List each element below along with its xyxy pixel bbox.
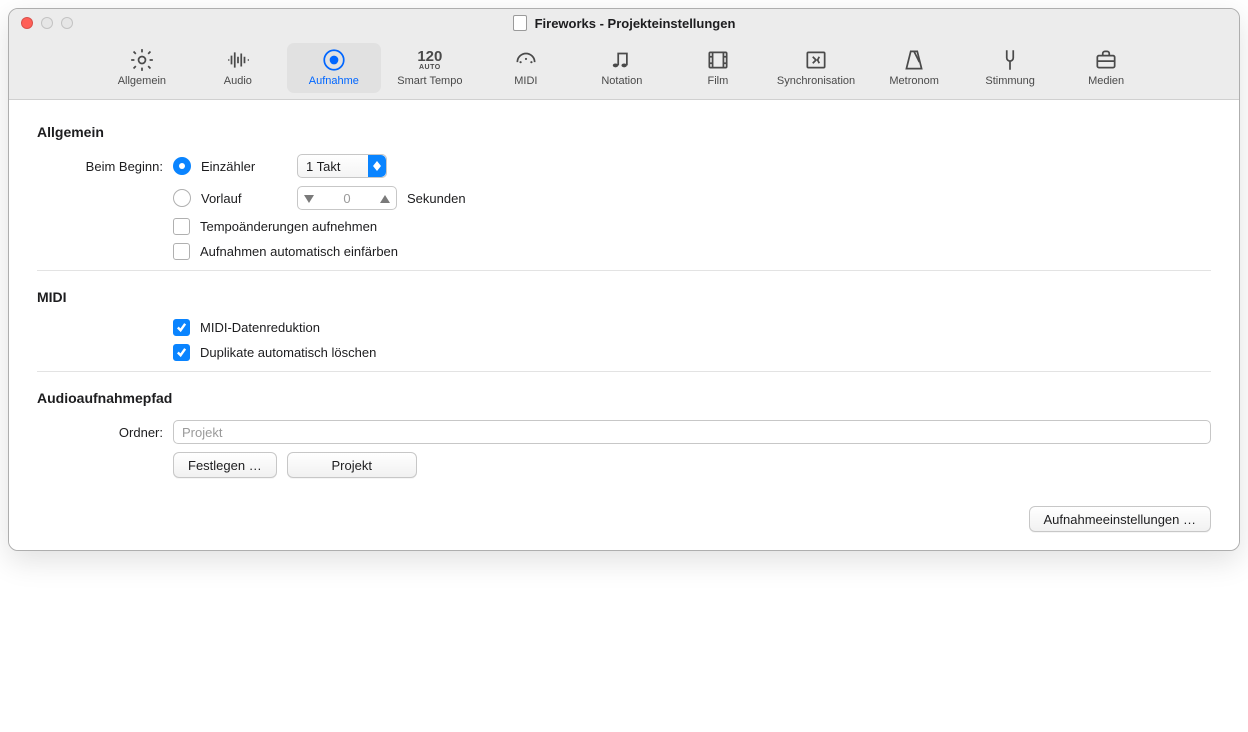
section-divider <box>37 371 1211 372</box>
window-title-area: Fireworks - Projekteinstellungen <box>9 15 1239 31</box>
tab-metronom[interactable]: Metronom <box>867 43 961 93</box>
sync-icon <box>798 45 834 75</box>
tab-midi[interactable]: MIDI <box>479 43 573 93</box>
project-folder-button[interactable]: Projekt <box>287 452 417 478</box>
tab-label: Synchronisation <box>777 75 855 87</box>
section-divider <box>37 270 1211 271</box>
tab-audio[interactable]: Audio <box>191 43 285 93</box>
close-window-button[interactable] <box>21 17 33 29</box>
preroll-radio[interactable] <box>173 189 191 207</box>
record-tempo-changes-checkbox[interactable] <box>173 218 190 235</box>
record-icon <box>316 45 352 75</box>
titlebar: Fireworks - Projekteinstellungen <box>9 9 1239 37</box>
preroll-seconds-value: 0 <box>337 191 357 206</box>
preroll-seconds-stepper[interactable]: 0 <box>297 186 397 210</box>
preroll-label: Vorlauf <box>201 191 287 206</box>
bpm-value: 120 <box>417 49 442 64</box>
tab-label: Stimmung <box>985 75 1035 87</box>
tab-film[interactable]: Film <box>671 43 765 93</box>
auto-label: AUTO <box>419 64 441 71</box>
tab-medien[interactable]: Medien <box>1059 43 1153 93</box>
tab-label: Film <box>707 75 728 87</box>
tab-label: Smart Tempo <box>397 75 462 87</box>
tab-stimmung[interactable]: Stimmung <box>963 43 1057 93</box>
zoom-window-button[interactable] <box>61 17 73 29</box>
midi-data-reduction-checkbox[interactable] <box>173 319 190 336</box>
stepper-down-icon[interactable] <box>304 191 314 206</box>
bars-popup[interactable]: 1 Takt <box>297 154 387 178</box>
tuning-fork-icon <box>992 45 1028 75</box>
section-heading-general: Allgemein <box>37 124 1211 140</box>
recording-settings-button[interactable]: Aufnahmeeinstellungen … <box>1029 506 1212 532</box>
section-heading-audio-path: Audioaufnahmepfad <box>37 390 1211 406</box>
seconds-unit-label: Sekunden <box>407 191 466 206</box>
auto-erase-duplicates-label: Duplikate automatisch löschen <box>200 345 376 360</box>
updown-arrows-icon <box>368 155 386 177</box>
settings-toolbar: Allgemein Audio Aufnahme 120 AUTO Smart … <box>9 37 1239 100</box>
folder-label: Ordner: <box>37 425 173 440</box>
tab-synchronisation[interactable]: Synchronisation <box>767 43 865 93</box>
tab-label: Aufnahme <box>309 75 359 87</box>
settings-window: Fireworks - Projekteinstellungen Allgeme… <box>8 8 1240 551</box>
auto-erase-duplicates-checkbox[interactable] <box>173 344 190 361</box>
gear-icon <box>124 45 160 75</box>
tab-allgemein[interactable]: Allgemein <box>95 43 189 93</box>
count-in-label: Einzähler <box>201 159 287 174</box>
minimize-window-button[interactable] <box>41 17 53 29</box>
notation-icon <box>604 45 640 75</box>
folder-path-field[interactable]: Projekt <box>173 420 1211 444</box>
tab-label: Medien <box>1088 75 1124 87</box>
auto-colorize-checkbox[interactable] <box>173 243 190 260</box>
folder-path-value: Projekt <box>182 425 222 440</box>
set-folder-button[interactable]: Festlegen … <box>173 452 277 478</box>
stepper-up-icon[interactable] <box>380 191 390 206</box>
tab-label: MIDI <box>514 75 537 87</box>
auto-colorize-label: Aufnahmen automatisch einfärben <box>200 244 398 259</box>
section-heading-midi: MIDI <box>37 289 1211 305</box>
metronome-icon <box>896 45 932 75</box>
film-icon <box>700 45 736 75</box>
tab-aufnahme[interactable]: Aufnahme <box>287 43 381 93</box>
window-title: Fireworks - Projekteinstellungen <box>535 16 736 31</box>
tab-label: Metronom <box>889 75 939 87</box>
window-controls <box>9 17 73 29</box>
count-in-radio[interactable] <box>173 157 191 175</box>
tab-smart-tempo[interactable]: 120 AUTO Smart Tempo <box>383 43 477 93</box>
midi-data-reduction-label: MIDI-Datenreduktion <box>200 320 320 335</box>
record-tempo-changes-label: Tempoänderungen aufnehmen <box>200 219 377 234</box>
tab-content-aufnahme: Allgemein Beim Beginn: Einzähler 1 Takt <box>9 100 1239 550</box>
midi-icon <box>508 45 544 75</box>
briefcase-icon <box>1088 45 1124 75</box>
tab-notation[interactable]: Notation <box>575 43 669 93</box>
document-proxy-icon <box>513 15 527 31</box>
bars-value: 1 Takt <box>306 159 340 174</box>
tab-label: Allgemein <box>118 75 166 87</box>
tab-label: Audio <box>224 75 252 87</box>
waveform-icon <box>220 45 256 75</box>
when-start-label: Beim Beginn: <box>37 159 173 174</box>
tab-label: Notation <box>601 75 642 87</box>
smart-tempo-icon: 120 AUTO <box>412 45 448 75</box>
